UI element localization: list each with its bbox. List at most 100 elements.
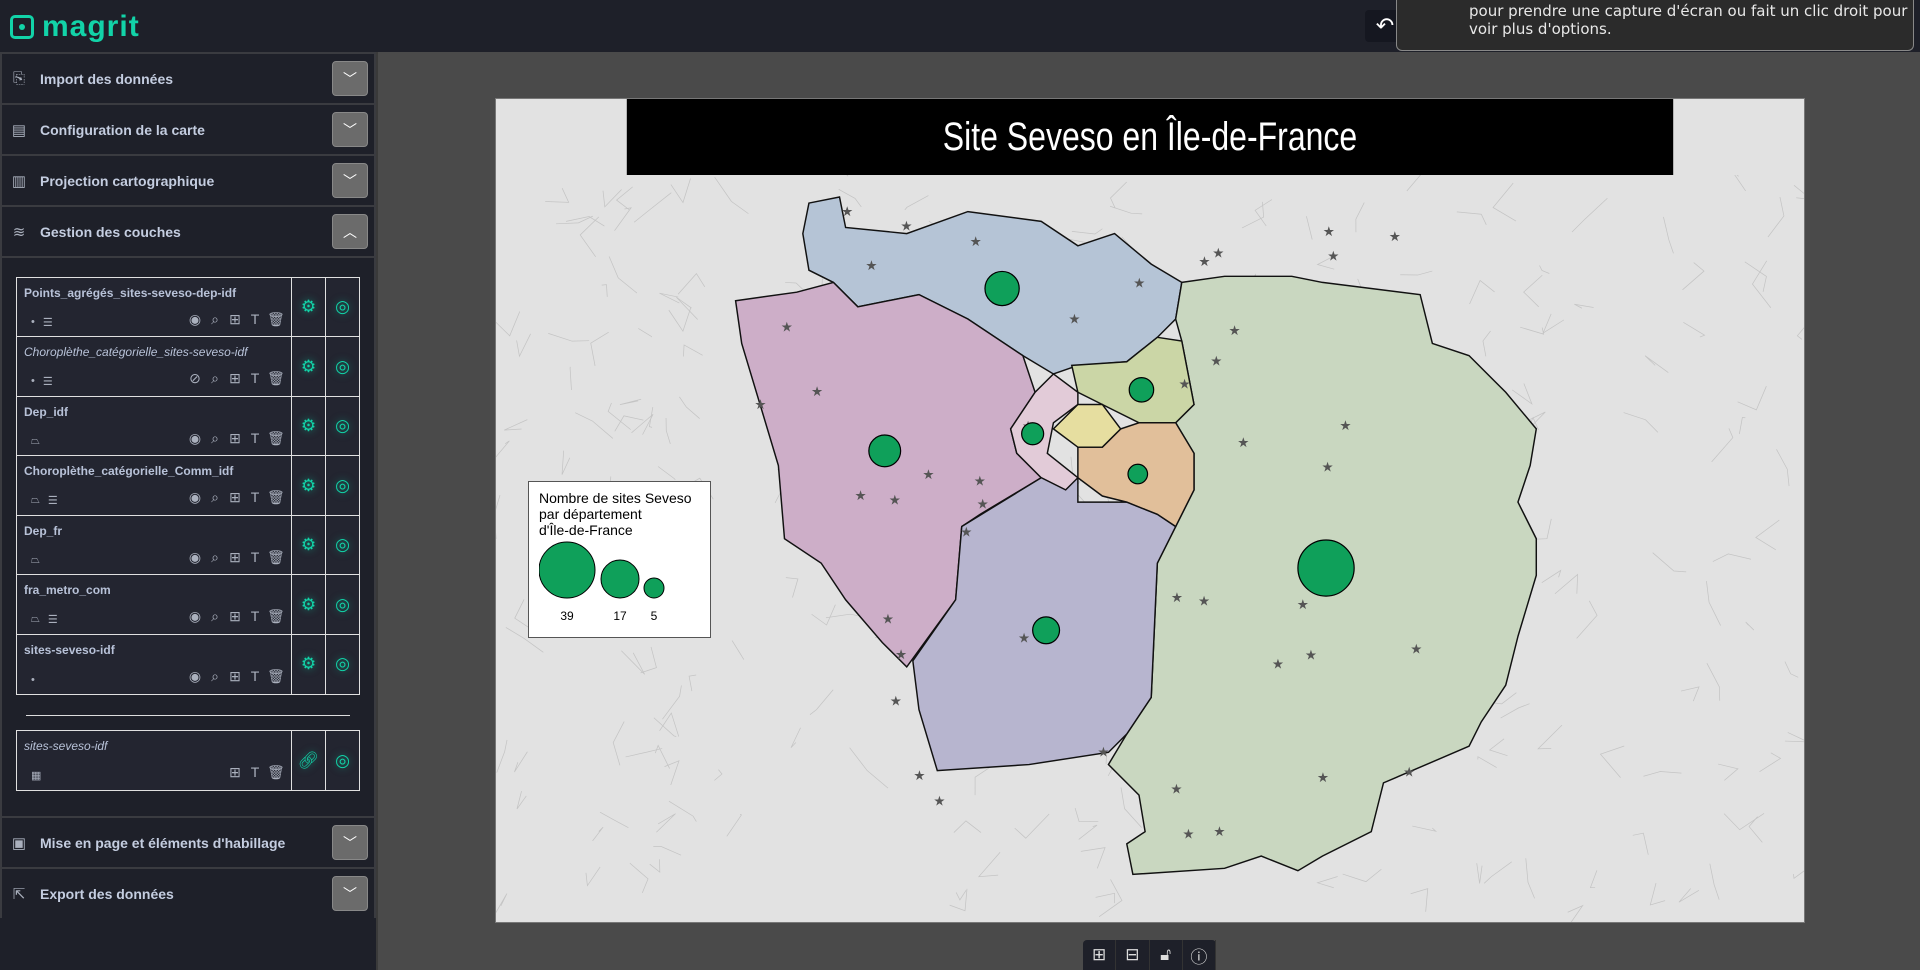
chevron-down-icon[interactable]: ﹀	[332, 163, 368, 198]
trash-icon[interactable]: 🗑︎	[267, 430, 285, 447]
seveso-site-star[interactable]: ★	[1018, 631, 1030, 646]
eye-icon[interactable]: ◉	[187, 668, 203, 685]
chevron-down-icon[interactable]: ﹀	[332, 61, 368, 96]
target-icon[interactable]: ◎	[325, 277, 359, 337]
seveso-site-star[interactable]: ★	[1317, 770, 1329, 785]
seveso-site-star[interactable]: ★	[781, 320, 793, 335]
eye-icon[interactable]: ◉	[187, 549, 203, 566]
target-icon[interactable]: ◎	[325, 731, 359, 790]
text-icon[interactable]: T	[247, 489, 263, 506]
lock-button[interactable]: 🔓︎	[1150, 940, 1183, 970]
trash-icon[interactable]: 🗑︎	[267, 311, 285, 328]
settings-gears-icon[interactable]: ⚙	[291, 515, 325, 575]
target-icon[interactable]: ◎	[325, 337, 359, 396]
seveso-site-star[interactable]: ★	[1327, 249, 1339, 264]
seveso-site-star[interactable]: ★	[754, 397, 766, 412]
seveso-site-star[interactable]: ★	[1212, 246, 1224, 261]
seveso-site-star[interactable]: ★	[1133, 275, 1145, 290]
seveso-site-star[interactable]: ★	[960, 524, 972, 539]
section-sections_bottom-0[interactable]: ▣ Mise en page et éléments d'habillage ﹀	[0, 816, 376, 867]
seveso-site-star[interactable]: ★	[889, 493, 901, 508]
map-title[interactable]: Site Seveso en Île-de-France	[626, 99, 1674, 175]
seveso-site-star[interactable]: ★	[1229, 323, 1241, 338]
legend-icon[interactable]: ☰	[43, 316, 53, 329]
settings-gears-icon[interactable]: ⚙	[291, 634, 325, 694]
trash-icon[interactable]: 🗑︎	[267, 370, 285, 387]
trash-icon[interactable]: 🗑︎	[267, 489, 285, 506]
seveso-site-star[interactable]: ★	[890, 694, 902, 709]
chevron-down-icon[interactable]: ﹀	[332, 112, 368, 147]
table-item[interactable]: sites-seveso-idf ▦ ⊞ T 🗑︎ 🔗︎ ◎	[16, 730, 360, 791]
seveso-site-star[interactable]: ★	[895, 647, 907, 662]
seveso-site-star[interactable]: ★	[1339, 418, 1351, 433]
layer-item[interactable]: fra_metro_com ⏢ ☰ ◉ ⌕ ⊞ T 🗑︎ ⚙ ◎	[16, 574, 360, 635]
seveso-site-star[interactable]: ★	[900, 219, 912, 234]
table-icon[interactable]: ⊞	[227, 370, 243, 387]
trash-icon[interactable]: 🗑︎	[267, 608, 285, 625]
seveso-site-star[interactable]: ★	[811, 384, 823, 399]
seveso-site-star[interactable]: ★	[922, 467, 934, 482]
zoom-to-layer-icon[interactable]: ⌕	[207, 668, 223, 685]
target-icon[interactable]: ◎	[325, 396, 359, 456]
table-icon[interactable]: ⊞	[227, 764, 243, 781]
proportional-symbol[interactable]	[1297, 539, 1355, 597]
settings-gears-icon[interactable]: ⚙	[291, 575, 325, 634]
proportional-symbol[interactable]	[868, 434, 902, 468]
layer-item[interactable]: Points_agrégés_sites-seveso-dep-idf • ☰ ◉…	[16, 276, 360, 338]
info-button[interactable]: ⓘ	[1183, 940, 1216, 970]
seveso-site-star[interactable]: ★	[1297, 597, 1309, 612]
layer-item[interactable]: Dep_idf ⏢ ◉ ⌕ ⊞ T 🗑︎ ⚙ ◎	[16, 395, 360, 457]
seveso-site-star[interactable]: ★	[841, 204, 853, 219]
seveso-site-star[interactable]: ★	[1198, 254, 1210, 269]
legend-icon[interactable]: ☰	[48, 494, 58, 507]
eye-icon[interactable]: ◉	[187, 608, 203, 625]
text-icon[interactable]: T	[247, 430, 263, 447]
eye-icon[interactable]: ◉	[187, 489, 203, 506]
section-sections_top-2[interactable]: ▥ Projection cartographique ﹀	[0, 154, 376, 205]
zoom-to-layer-icon[interactable]: ⌕	[207, 489, 223, 506]
text-icon[interactable]: T	[247, 370, 263, 387]
settings-gears-icon[interactable]: ⚙	[291, 277, 325, 337]
chevron-up-icon[interactable]: ︿	[332, 214, 368, 249]
proportional-symbol[interactable]	[1032, 616, 1061, 645]
trash-icon[interactable]: 🗑︎	[267, 668, 285, 685]
seveso-site-star[interactable]: ★	[1179, 377, 1191, 392]
chevron-down-icon[interactable]: ﹀	[332, 876, 368, 911]
proportional-symbol[interactable]	[1128, 377, 1155, 403]
seveso-site-star[interactable]: ★	[1097, 744, 1109, 759]
layer-item[interactable]: Choroplèthe_catégorielle_sites-seveso-id…	[16, 336, 360, 397]
seveso-site-star[interactable]: ★	[1389, 229, 1401, 244]
proportional-symbol[interactable]	[1127, 463, 1149, 485]
seveso-site-star[interactable]: ★	[913, 768, 925, 783]
seveso-site-star[interactable]: ★	[1198, 593, 1210, 608]
eye-icon[interactable]: ◉	[187, 311, 203, 328]
zoom-to-layer-icon[interactable]: ⌕	[207, 608, 223, 625]
seveso-site-star[interactable]: ★	[933, 793, 945, 808]
seveso-site-star[interactable]: ★	[1213, 824, 1225, 839]
zoom-out-button[interactable]: ⊟	[1116, 940, 1150, 970]
layer-item[interactable]: Dep_fr ⏢ ◉ ⌕ ⊞ T 🗑︎ ⚙ ◎	[16, 514, 360, 576]
section-sections_top-3[interactable]: ≋ Gestion des couches ︿	[0, 205, 376, 256]
legend-icon[interactable]: ☰	[43, 375, 53, 388]
table-icon[interactable]: ⊞	[227, 668, 243, 685]
settings-gears-icon[interactable]: ⚙	[291, 456, 325, 515]
seveso-site-star[interactable]: ★	[1237, 435, 1249, 450]
zoom-in-button[interactable]: ⊞	[1083, 940, 1117, 970]
text-icon[interactable]: T	[247, 549, 263, 566]
proportional-symbol[interactable]	[984, 270, 1020, 307]
table-icon[interactable]: ⊞	[227, 311, 243, 328]
proportional-symbol[interactable]	[1021, 422, 1045, 446]
zoom-to-layer-icon[interactable]: ⌕	[207, 370, 223, 387]
seveso-site-star[interactable]: ★	[1323, 224, 1335, 239]
text-icon[interactable]: T	[247, 668, 263, 685]
table-icon[interactable]: ⊞	[227, 549, 243, 566]
table-icon[interactable]: ⊞	[227, 430, 243, 447]
target-icon[interactable]: ◎	[325, 634, 359, 694]
seveso-site-star[interactable]: ★	[977, 497, 989, 512]
zoom-to-layer-icon[interactable]: ⌕	[207, 549, 223, 566]
seveso-site-star[interactable]: ★	[974, 473, 986, 488]
table-icon[interactable]: ⊞	[227, 608, 243, 625]
seveso-site-star[interactable]: ★	[1403, 765, 1415, 780]
text-icon[interactable]: T	[247, 764, 263, 781]
text-icon[interactable]: T	[247, 608, 263, 625]
